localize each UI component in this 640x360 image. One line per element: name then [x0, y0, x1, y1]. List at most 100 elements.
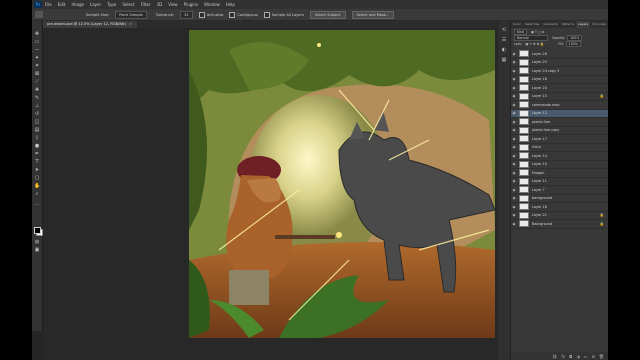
- menu-file[interactable]: File: [45, 2, 52, 7]
- visibility-eye-icon[interactable]: ◉: [511, 120, 517, 124]
- tolerance-input[interactable]: 32: [180, 10, 193, 19]
- menu-layer[interactable]: Layer: [90, 2, 101, 7]
- layer-row[interactable]: ◉ Layer 7: [511, 186, 608, 195]
- layer-row[interactable]: ◉ plants fore: [511, 118, 608, 127]
- layer-row[interactable]: ◉ Layer 25: [511, 58, 608, 67]
- rectangle-tool-icon[interactable]: ▢: [34, 175, 40, 181]
- visibility-eye-icon[interactable]: ◉: [511, 162, 517, 166]
- add-mask-icon[interactable]: ◘: [569, 354, 572, 359]
- history-brush-icon[interactable]: ↺: [34, 111, 40, 117]
- crop-tool-icon[interactable]: ⌗: [34, 63, 40, 69]
- menu-window[interactable]: Window: [204, 2, 220, 7]
- layer-row[interactable]: ◉ Layer 24 copy 3: [511, 67, 608, 76]
- filter-icon[interactable]: ▣ T ◻ ⊡: [531, 30, 544, 34]
- visibility-eye-icon[interactable]: ◉: [511, 196, 517, 200]
- layer-row[interactable]: ◉ Layer 20: [511, 84, 608, 93]
- select-and-mask-button[interactable]: Select and Mask...: [351, 10, 395, 19]
- visibility-eye-icon[interactable]: ◉: [511, 222, 517, 226]
- visibility-eye-icon[interactable]: ◉: [511, 213, 517, 217]
- fill-input[interactable]: 100%: [565, 40, 581, 48]
- menu-plugins[interactable]: Plugins: [184, 2, 198, 7]
- visibility-eye-icon[interactable]: ◉: [511, 137, 517, 141]
- blend-mode-select[interactable]: Normal: [514, 34, 548, 42]
- visibility-eye-icon[interactable]: ◉: [511, 60, 517, 64]
- properties-icon[interactable]: ☰: [501, 37, 507, 43]
- visibility-eye-icon[interactable]: ◉: [511, 103, 517, 107]
- lasso-tool-icon[interactable]: ∽: [34, 47, 40, 53]
- screen-mode-icon[interactable]: ▣: [34, 247, 40, 253]
- layer-row[interactable]: ◉ Layer 26: [511, 50, 608, 59]
- tab-gradients[interactable]: Gradients: [541, 21, 560, 28]
- visibility-eye-icon[interactable]: ◉: [511, 179, 517, 183]
- visibility-eye-icon[interactable]: ◉: [511, 77, 517, 81]
- magic-wand-tool-preset[interactable]: [35, 11, 43, 18]
- layer-row[interactable]: ◉ background: [511, 194, 608, 203]
- quick-mask-icon[interactable]: ◍: [34, 239, 40, 245]
- menu-type[interactable]: Type: [107, 2, 116, 7]
- layer-row[interactable]: ◉ commando man: [511, 101, 608, 110]
- layer-row[interactable]: ◉ Layer 18: [511, 75, 608, 84]
- document-canvas[interactable]: [189, 30, 495, 338]
- layer-row[interactable]: ◉ Layer 12: [511, 109, 608, 118]
- visibility-eye-icon[interactable]: ◉: [511, 69, 517, 73]
- move-tool-icon[interactable]: ✥: [34, 31, 40, 37]
- layer-row[interactable]: ◉ Layer 16: [511, 203, 608, 212]
- pen-tool-icon[interactable]: ✒: [34, 151, 40, 157]
- eraser-tool-icon[interactable]: ◫: [34, 119, 40, 125]
- artboard-tool-icon[interactable]: ▭: [34, 39, 40, 45]
- dodge-tool-icon[interactable]: ●: [34, 143, 40, 149]
- anti-alias-checkbox[interactable]: [198, 11, 205, 18]
- sample-all-layers-checkbox[interactable]: [263, 11, 270, 18]
- healing-brush-icon[interactable]: ✚: [34, 87, 40, 93]
- delete-layer-icon[interactable]: 🗑: [599, 354, 604, 359]
- visibility-eye-icon[interactable]: ◉: [511, 52, 517, 56]
- brush-tool-icon[interactable]: ✎: [34, 95, 40, 101]
- new-layer-icon[interactable]: ⊞: [592, 354, 595, 359]
- link-layers-icon[interactable]: ⛓: [552, 354, 557, 359]
- sample-size-select[interactable]: Point Sample: [115, 10, 147, 19]
- clone-stamp-icon[interactable]: ⊥: [34, 103, 40, 109]
- layer-row[interactable]: ◉ Layer 10: [511, 160, 608, 169]
- visibility-eye-icon[interactable]: ◉: [511, 111, 517, 115]
- layer-row[interactable]: ◉ Dragon: [511, 169, 608, 178]
- select-subject-button[interactable]: Select Subject: [309, 10, 346, 19]
- layer-row[interactable]: ◉ rhino: [511, 143, 608, 152]
- visibility-eye-icon[interactable]: ◉: [511, 188, 517, 192]
- menu-select[interactable]: Select: [122, 2, 134, 7]
- layer-row[interactable]: ◉ Layer 14: [511, 152, 608, 161]
- layer-row[interactable]: ◉ Background 🔒: [511, 220, 608, 229]
- menu-3d[interactable]: 3D: [157, 2, 163, 7]
- layer-row[interactable]: ◉ Layer 17: [511, 135, 608, 144]
- visibility-eye-icon[interactable]: ◉: [511, 154, 517, 158]
- contiguous-checkbox[interactable]: [229, 11, 236, 18]
- eyedropper-tool-icon[interactable]: ⟋: [34, 79, 40, 85]
- visibility-eye-icon[interactable]: ◉: [511, 94, 517, 98]
- visibility-eye-icon[interactable]: ◉: [511, 128, 517, 132]
- close-icon[interactable]: ×: [129, 22, 132, 26]
- menu-filter[interactable]: Filter: [141, 2, 151, 7]
- tab-swatches[interactable]: Swatches: [523, 21, 541, 28]
- zoom-tool-icon[interactable]: ⌕: [34, 191, 40, 197]
- layer-row[interactable]: ◉ Layer 21 🔒: [511, 211, 608, 220]
- layer-row[interactable]: ◉ Layer 11: [511, 177, 608, 186]
- menu-view[interactable]: View: [168, 2, 178, 7]
- path-selection-icon[interactable]: ➤: [34, 167, 40, 173]
- type-tool-icon[interactable]: T: [34, 159, 40, 165]
- visibility-eye-icon[interactable]: ◉: [511, 205, 517, 209]
- tab-patterns[interactable]: Patterns: [560, 21, 576, 28]
- adjustments-icon[interactable]: ◐: [501, 47, 507, 53]
- fx-icon[interactable]: fx: [561, 354, 565, 359]
- visibility-eye-icon[interactable]: ◉: [511, 145, 517, 149]
- document-tab[interactable]: pre-bisect.psd @ 12.5% (Layer 12, RGB/8#…: [42, 21, 138, 28]
- gradient-tool-icon[interactable]: ▤: [34, 127, 40, 133]
- tab-layers[interactable]: Layers: [576, 21, 591, 28]
- layer-row[interactable]: ◉ plants fore copy: [511, 126, 608, 135]
- magic-wand-tool-icon[interactable]: ✦: [34, 55, 40, 61]
- lock-icons[interactable]: ▩ ✎ ✥ ⊞ 🔒: [525, 42, 544, 46]
- frame-tool-icon[interactable]: ⊠: [34, 71, 40, 77]
- tab-color[interactable]: Color: [511, 21, 523, 28]
- menu-edit[interactable]: Edit: [58, 2, 66, 7]
- visibility-eye-icon[interactable]: ◉: [511, 171, 517, 175]
- menu-image[interactable]: Image: [71, 2, 84, 7]
- tab-channels[interactable]: Channels: [590, 21, 608, 28]
